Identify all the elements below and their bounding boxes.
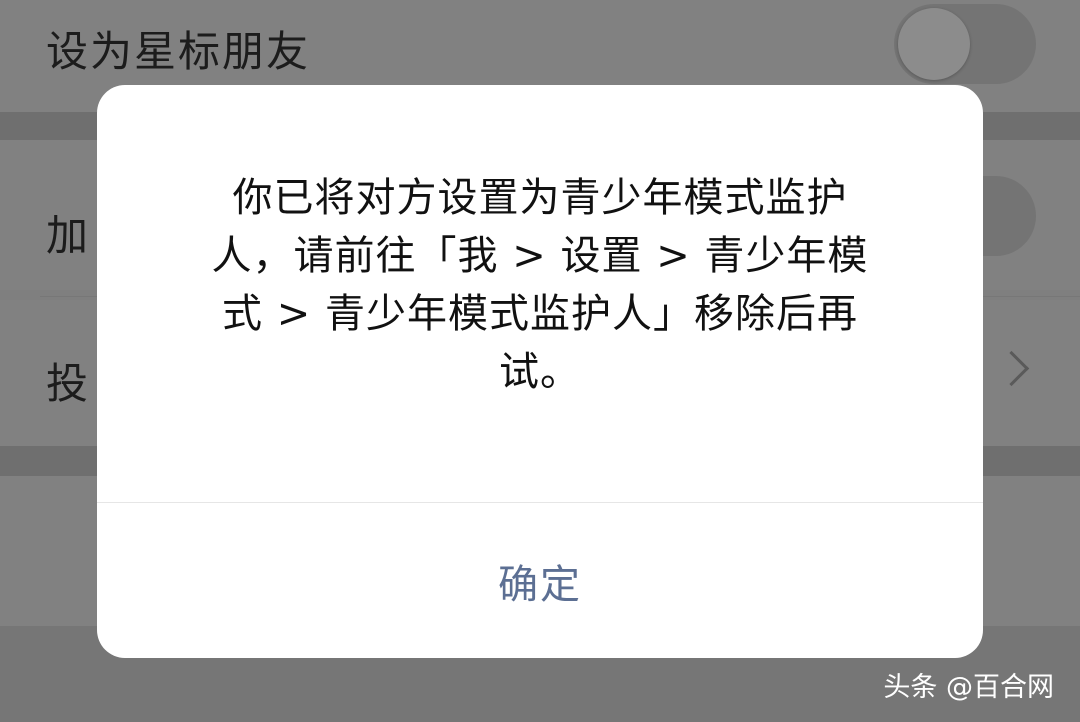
add-row-label: 加	[46, 211, 91, 260]
dialog-message-line: 式 > 青少年模式监护人」移除后再	[222, 291, 858, 337]
complaint-row-label: 投	[46, 359, 91, 408]
alert-dialog: 你已将对方设置为青少年模式监护 人，请前往「我 > 设置 > 青少年模 式 > …	[97, 85, 983, 658]
dialog-message-line: 试。	[499, 349, 581, 395]
dialog-message: 你已将对方设置为青少年模式监护 人，请前往「我 > 设置 > 青少年模 式 > …	[161, 169, 919, 401]
toggle-knob	[898, 8, 970, 80]
dialog-message-line: 人，请前往「我 > 设置 > 青少年模	[211, 233, 869, 279]
star-friend-label: 设为星标朋友	[46, 27, 311, 76]
chevron-right-icon	[993, 350, 1030, 387]
confirm-button[interactable]: 确定	[97, 503, 983, 658]
watermark: 头条 @百合网	[883, 672, 1054, 703]
dialog-message-line: 你已将对方设置为青少年模式监护	[232, 175, 848, 221]
star-friend-toggle[interactable]	[894, 4, 1036, 84]
